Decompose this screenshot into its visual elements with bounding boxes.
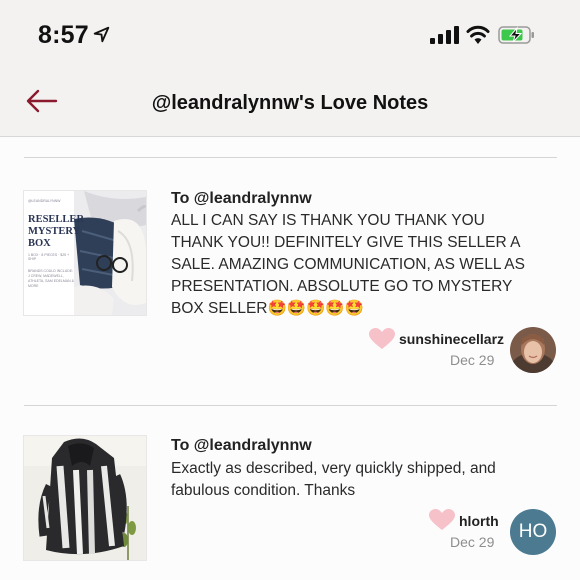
mystery-box-handle: @LEANDRALYNNW	[28, 199, 61, 203]
note-body: ALL I CAN SAY IS THANK YOU THANK YOU THA…	[171, 212, 525, 317]
avatar[interactable]: HO	[510, 509, 556, 555]
note-body: Exactly as described, very quickly shipp…	[171, 460, 496, 499]
divider	[24, 157, 557, 158]
status-time: 8:57	[38, 21, 89, 49]
location-arrow-icon	[93, 26, 110, 43]
mystery-box-subtitle: 1 BOX · 8 PIECES · $25 + SHIP	[28, 253, 70, 261]
note-date: Dec 29	[450, 534, 495, 550]
divider	[24, 405, 557, 406]
page-title: @leandralynnw's Love Notes	[151, 92, 429, 114]
avatar[interactable]	[510, 327, 556, 373]
note-recipient: To @leandralynnw	[171, 437, 312, 454]
reviewer-username[interactable]: hlorth	[459, 513, 499, 529]
mystery-box-title: RESELLER MYSTERY BOX	[28, 214, 85, 249]
mystery-box-card: @LEANDRALYNNW RESELLER MYSTERY BOX 1 BOX…	[24, 191, 146, 315]
listing-thumbnail[interactable]: @LEANDRALYNNW RESELLER MYSTERY BOX 1 BOX…	[24, 191, 146, 315]
top-bar: 8:57 @leandralynnw's Love Notes	[0, 0, 580, 137]
battery-charging-icon	[498, 26, 534, 44]
note-date: Dec 29	[450, 352, 495, 368]
listing-thumbnail[interactable]	[24, 436, 146, 560]
clothing-photo	[74, 191, 146, 315]
note-recipient: To @leandralynnw	[171, 190, 312, 207]
reviewer-username[interactable]: sunshinecellarz	[399, 331, 504, 347]
signal-icon	[430, 26, 459, 44]
heart-icon[interactable]	[369, 328, 395, 350]
avatar-photo	[510, 327, 556, 373]
fur-coat-photo	[24, 436, 146, 560]
wifi-icon	[466, 25, 490, 44]
mystery-box-brands: BRANDS COULD INCLUDE: J CREW, MADEWELL, …	[28, 269, 74, 288]
heart-icon[interactable]	[429, 509, 455, 531]
